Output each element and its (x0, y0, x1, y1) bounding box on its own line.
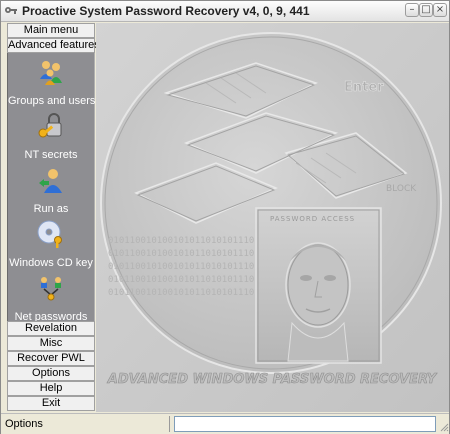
advanced-features-panel: Groups and users NT secrets Run as Windo… (7, 53, 95, 343)
windows-cd-key-label: Windows CD key (9, 257, 93, 269)
embossed-artwork: Enter BLOCK 010110010100101011010101110 … (96, 23, 449, 412)
run-as-user-icon (39, 169, 62, 193)
groups-and-users-item[interactable]: Groups and users (8, 57, 96, 107)
misc-button[interactable]: Misc (7, 336, 95, 351)
cd-key-icon (37, 220, 62, 248)
bottom-caption: ADVANCED WINDOWS PASSWORD RECOVERY (107, 372, 438, 387)
app-window: Proactive System Password Recovery v4, 0… (0, 0, 450, 434)
binary-line-4: 010110010100101011010101110 (108, 275, 254, 285)
binary-line-2: 010110010100101011010101110 (108, 249, 254, 259)
title-bar[interactable]: Proactive System Password Recovery v4, 0… (1, 1, 449, 22)
network-users-icon (41, 277, 61, 301)
close-button[interactable]: × (433, 3, 447, 17)
window-title: Proactive System Password Recovery v4, 0… (22, 4, 310, 18)
status-field (174, 416, 436, 432)
status-label: Options (5, 418, 43, 430)
help-button[interactable]: Help (7, 381, 95, 396)
net-passwords-item[interactable]: Net passwords (8, 273, 94, 323)
nt-secrets-item[interactable]: NT secrets (8, 111, 94, 161)
status-bar: Options (1, 413, 449, 434)
exit-button[interactable]: Exit (7, 396, 95, 411)
nt-secrets-label: NT secrets (24, 149, 78, 161)
inner-caption: PASSWORD ACCESS (270, 215, 355, 223)
top-right-text: Enter (344, 80, 384, 95)
advanced-features-button[interactable]: Advanced features (7, 38, 100, 53)
main-menu-button[interactable]: Main menu (7, 23, 95, 38)
app-key-icon (5, 7, 17, 14)
minimize-button[interactable]: – (405, 3, 419, 17)
lock-key-icon (38, 113, 62, 138)
options-button[interactable]: Options (7, 366, 95, 381)
recover-pwl-button[interactable]: Recover PWL (7, 351, 95, 366)
users-group-icon (40, 61, 62, 85)
run-as-label: Run as (33, 203, 69, 215)
revelation-button[interactable]: Revelation (7, 321, 95, 336)
binary-line-5: 010110010100101011010101110 (108, 288, 254, 298)
maximize-button[interactable]: □ (419, 3, 433, 17)
groups-and-users-label: Groups and users (8, 95, 96, 107)
binary-line-3: 010110010100101011010101110 (108, 262, 254, 272)
resize-grip-icon[interactable] (439, 422, 449, 432)
windows-cd-key-item[interactable]: Windows CD key (8, 219, 94, 269)
binary-line-1: 010110010100101011010101110 (108, 236, 254, 246)
splash-image: Enter BLOCK 010110010100101011010101110 … (96, 23, 449, 412)
status-divider (169, 416, 170, 432)
run-as-item[interactable]: Run as (8, 165, 94, 215)
corner-text: BLOCK (386, 184, 417, 194)
